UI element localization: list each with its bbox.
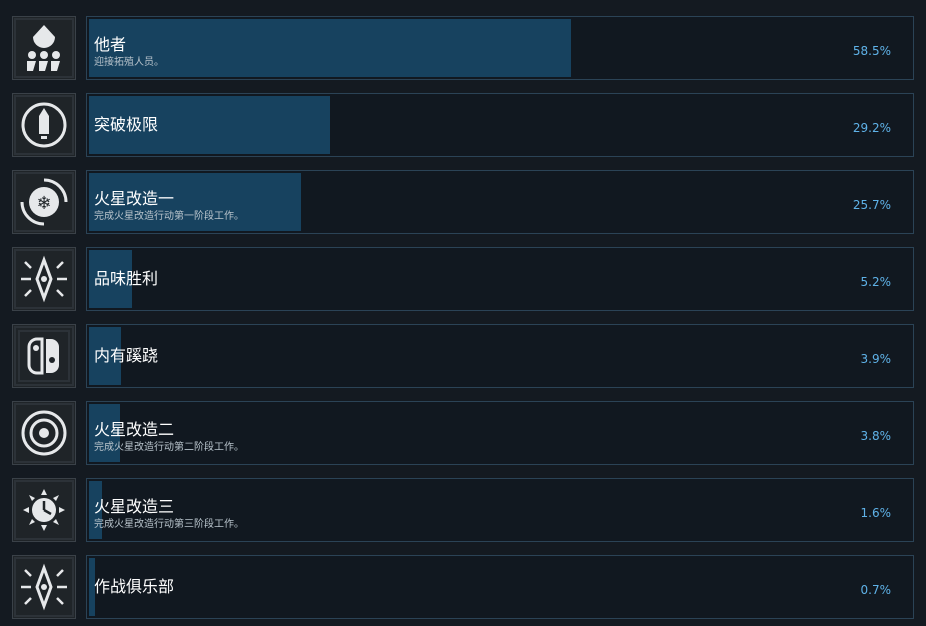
sun-clock-icon <box>14 480 74 540</box>
achievement-description: 完成火星改造行动第一阶段工作。 <box>94 211 244 222</box>
achievement-panel: 他者 迎接拓殖人员。 58.5% <box>86 16 914 80</box>
switch-console-icon <box>14 326 74 386</box>
achievement-title: 突破极限 <box>94 115 159 134</box>
unlock-percent: 25.7% <box>852 198 891 212</box>
achievement-panel: 内有蹊跷 3.9% <box>86 324 914 388</box>
achievement-title: 作战俱乐部 <box>94 577 175 596</box>
unlock-percent: 58.5% <box>852 44 891 58</box>
achievement-panel: 突破极限 29.2% <box>86 93 914 157</box>
achievement-row[interactable]: ❄ 火星改造一 完成火星改造行动第一阶段工作。 25.7% <box>12 170 914 234</box>
unlock-percent: 5.2% <box>860 275 892 289</box>
achievement-row[interactable]: 突破极限 29.2% <box>12 93 914 157</box>
achievement-icon-box <box>12 16 76 80</box>
unlock-percent: 29.2% <box>852 121 891 135</box>
achievement-title: 火星改造二 <box>94 420 175 439</box>
achievement-title: 火星改造三 <box>94 497 175 516</box>
unlock-percent: 3.9% <box>860 352 892 366</box>
achievement-row[interactable]: 火星改造三 完成火星改造行动第三阶段工作。 1.6% <box>12 478 914 542</box>
diamond-emblem-icon <box>14 249 74 309</box>
achievement-description: 完成火星改造行动第三阶段工作。 <box>94 519 244 530</box>
achievement-panel: 品味胜利 5.2% <box>86 247 914 311</box>
achievement-row[interactable]: 内有蹊跷 3.9% <box>12 324 914 388</box>
achievement-row[interactable]: 作战俱乐部 0.7% <box>12 555 914 619</box>
achievement-panel: 作战俱乐部 0.7% <box>86 555 914 619</box>
target-rings-icon <box>14 403 74 463</box>
achievement-icon-box <box>12 401 76 465</box>
rocket-icon <box>14 95 74 155</box>
unlock-percent: 0.7% <box>860 583 892 597</box>
achievement-title: 内有蹊跷 <box>94 346 159 365</box>
achievement-icon-box <box>12 93 76 157</box>
achievement-title: 他者 <box>94 35 127 54</box>
achievement-title: 火星改造一 <box>94 189 175 208</box>
achievement-description: 迎接拓殖人员。 <box>94 57 164 68</box>
achievement-panel: 火星改造一 完成火星改造行动第一阶段工作。 25.7% <box>86 170 914 234</box>
snowflake-icon: ❄ <box>14 172 74 232</box>
unlock-percent: 1.6% <box>860 506 892 520</box>
achievement-panel: 火星改造三 完成火星改造行动第三阶段工作。 1.6% <box>86 478 914 542</box>
achievement-icon-box <box>12 247 76 311</box>
achievement-icon-box <box>12 324 76 388</box>
unlock-percent: 3.8% <box>860 429 892 443</box>
achievement-panel: 火星改造二 完成火星改造行动第二阶段工作。 3.8% <box>86 401 914 465</box>
achievement-icon-box <box>12 555 76 619</box>
achievement-icon-box: ❄ <box>12 170 76 234</box>
diamond-emblem-icon <box>14 557 74 617</box>
achievement-row[interactable]: 火星改造二 完成火星改造行动第二阶段工作。 3.8% <box>12 401 914 465</box>
svg-text:❄: ❄ <box>36 193 51 214</box>
achievement-description: 完成火星改造行动第二阶段工作。 <box>94 442 244 453</box>
colonists-icon <box>14 18 74 78</box>
achievement-icon-box <box>12 478 76 542</box>
achievement-row[interactable]: 品味胜利 5.2% <box>12 247 914 311</box>
achievement-title: 品味胜利 <box>94 269 159 288</box>
achievement-row[interactable]: 他者 迎接拓殖人员。 58.5% <box>12 16 914 80</box>
